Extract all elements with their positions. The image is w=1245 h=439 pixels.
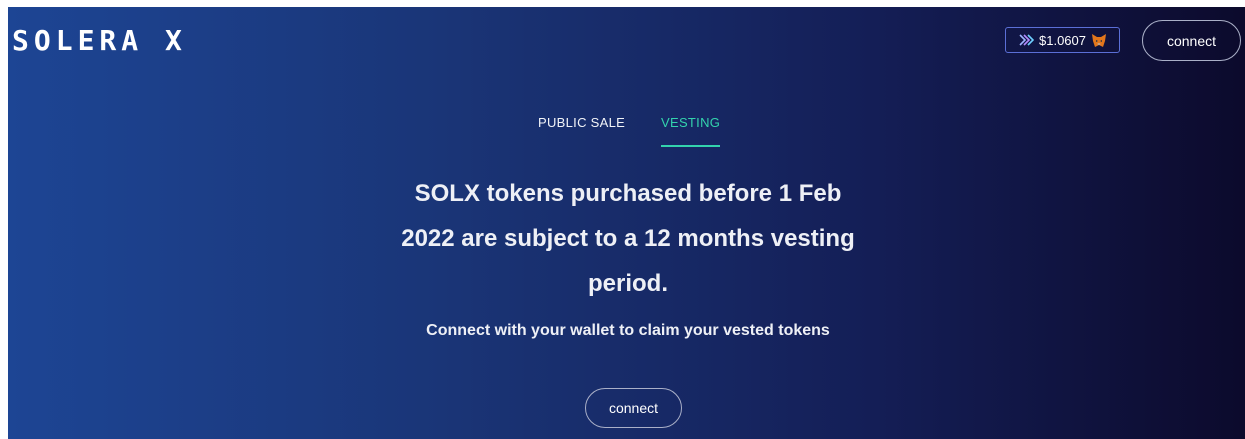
vesting-headline: SOLX tokens purchased before 1 Feb 2022 … xyxy=(401,180,855,297)
logo-text: SOLERA X xyxy=(12,23,187,57)
claim-connect-button[interactable]: connect xyxy=(585,388,682,428)
token-arrows-icon xyxy=(1018,32,1034,48)
solera-x-logo[interactable]: SOLERA X xyxy=(12,23,187,57)
token-price-value: $1.0607 xyxy=(1039,32,1086,48)
tab-public-sale[interactable]: PUBLIC SALE xyxy=(538,115,625,147)
vesting-instructions: Connect with your wallet to claim your v… xyxy=(426,322,830,339)
sale-tabs: PUBLIC SALE VESTING xyxy=(8,115,1245,149)
tab-vesting[interactable]: VESTING xyxy=(661,115,720,147)
token-price-badge[interactable]: $1.0607 xyxy=(1005,27,1120,53)
vesting-page: SOLERA X $1.0607 connect PUBLIC SALE VES… xyxy=(8,7,1245,439)
active-tab-indicator xyxy=(661,145,720,147)
header-connect-button[interactable]: connect xyxy=(1142,20,1241,61)
metamask-fox-icon[interactable] xyxy=(1091,33,1107,48)
